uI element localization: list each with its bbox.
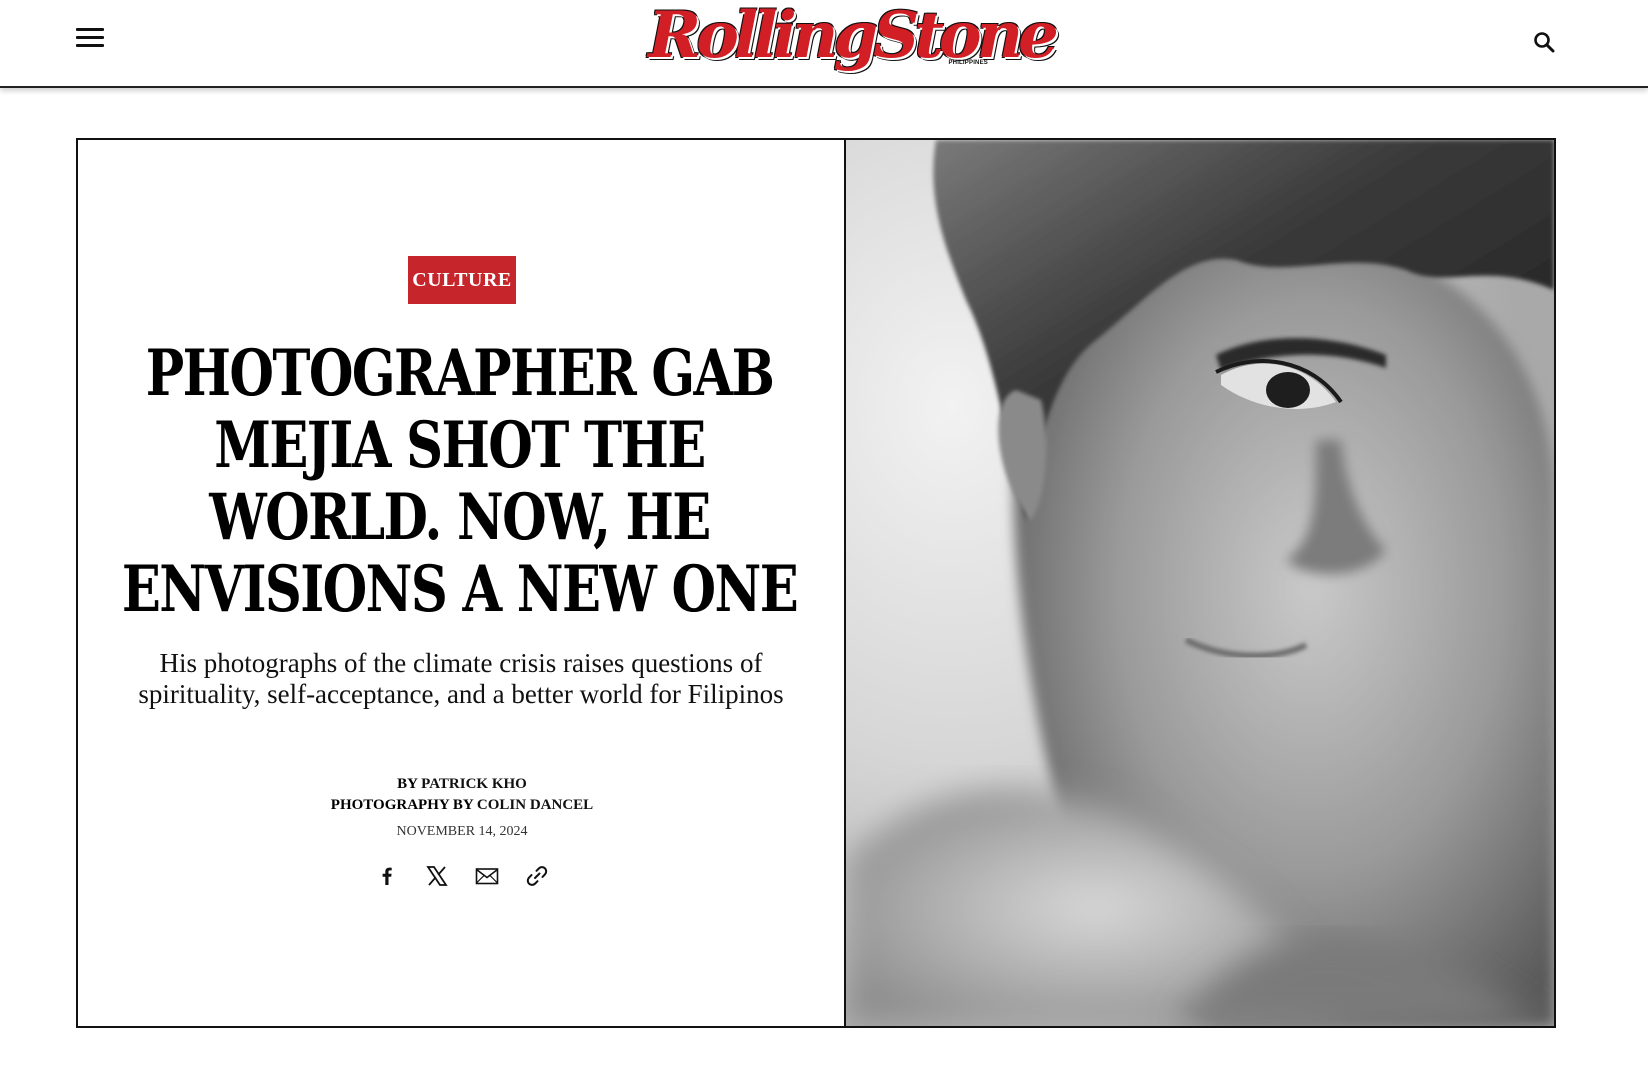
author-link[interactable]: PATRICK KHO	[421, 776, 527, 792]
logo-wordmark: RollingStone	[648, 0, 1059, 73]
category-tag[interactable]: CULTURE	[408, 256, 516, 304]
x-icon[interactable]	[424, 863, 450, 889]
publish-date: NOVEMBER 14, 2024	[396, 824, 528, 839]
photo-credit-prefix: PHOTOGRAPHY BY	[330, 797, 474, 813]
article-hero: CULTURE Photographer Gab Mejia Shot the …	[76, 138, 1556, 1028]
author-line: BY PATRICK KHO	[78, 774, 846, 795]
search-icon[interactable]	[1532, 30, 1558, 56]
byline: BY PATRICK KHO PHOTOGRAPHY BY COLIN DANC…	[78, 774, 846, 816]
article-header-panel: CULTURE Photographer Gab Mejia Shot the …	[78, 140, 846, 1026]
photographer-line: PHOTOGRAPHY BY COLIN DANCEL	[78, 795, 846, 816]
link-icon[interactable]	[524, 863, 550, 889]
facebook-icon[interactable]	[374, 863, 400, 889]
share-bar	[374, 863, 554, 893]
hero-photo	[846, 140, 1554, 1026]
hamburger-menu-icon[interactable]	[76, 26, 104, 50]
article-headline: Photographer Gab Mejia Shot the World. N…	[121, 336, 799, 627]
portrait-photo	[846, 140, 1554, 1026]
logo-edition: PHILIPPINES	[948, 60, 988, 66]
photographer-link[interactable]: COLIN DANCEL	[477, 797, 593, 813]
article-dek: His photographs of the climate crisis ra…	[138, 648, 784, 709]
email-icon[interactable]	[474, 863, 500, 889]
site-logo[interactable]: RollingStone PHILIPPINES	[648, 0, 1059, 80]
byline-prefix: BY	[397, 776, 418, 792]
site-header: RollingStone PHILIPPINES	[0, 0, 1648, 88]
